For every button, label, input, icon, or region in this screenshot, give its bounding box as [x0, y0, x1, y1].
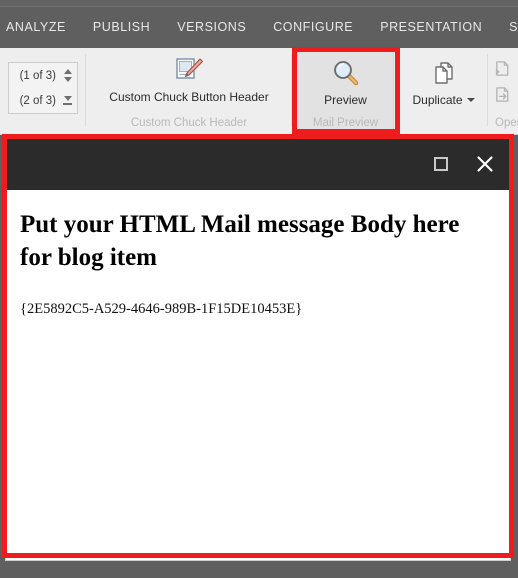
magnifier-icon: [297, 57, 394, 87]
tab-configure[interactable]: CONFIGURE: [273, 7, 353, 48]
ribbon-group-custom-chuck-header: Custom Chuck Button Header Custom Chuck …: [86, 48, 292, 134]
custom-chuck-header-group-label: Custom Chuck Header: [130, 117, 248, 129]
document-arrow-icon: [495, 61, 509, 76]
mail-preview-group-label: Mail Preview: [312, 117, 379, 129]
dialog-title-bar: [6, 138, 510, 190]
duplicate-button[interactable]: Duplicate: [399, 57, 488, 107]
copy-documents-icon: [399, 57, 488, 87]
stepper-arrows-up-down[interactable]: [62, 69, 73, 82]
duplicate-button-label-wrap: Duplicate: [399, 93, 488, 107]
stepper-value-1: (1 of 3): [19, 69, 56, 82]
ribbon-content: (1 of 3) (2 of 3) Custom Chuck Button He…: [0, 48, 518, 135]
chevron-up-icon[interactable]: [63, 69, 72, 74]
page-pencil-edit-icon: [94, 54, 284, 84]
custom-chuck-button-label: Custom Chuck Button Header: [109, 90, 269, 104]
chevron-down-icon[interactable]: [63, 77, 72, 82]
ribbon-group-duplicate: Duplicate: [399, 48, 488, 134]
stepper-row-2[interactable]: (2 of 3): [9, 88, 77, 113]
ribbon-group-mail-preview: Preview Mail Preview: [292, 48, 399, 134]
stepper-row-1[interactable]: (1 of 3): [9, 63, 77, 88]
open-item-1[interactable]: [494, 60, 516, 77]
document-import-icon: [496, 87, 509, 102]
tab-versions[interactable]: VERSIONS: [177, 7, 246, 48]
custom-chuck-button-header-button[interactable]: Custom Chuck Button Header: [94, 54, 284, 104]
stepper-value-2: (2 of 3): [19, 94, 56, 107]
preview-button[interactable]: Preview: [297, 57, 394, 107]
application-window: ANALYZE PUBLISH VERSIONS CONFIGURE PRESE…: [0, 0, 518, 578]
ribbon-group-pager: (1 of 3) (2 of 3): [0, 48, 86, 134]
mail-body-guid: {2E5892C5-A529-4646-989B-1F15DE10453E}: [20, 300, 303, 317]
preview-button-label: Preview: [324, 93, 367, 107]
ribbon-group-open: Open: [488, 48, 518, 134]
open-item-2[interactable]: [494, 86, 516, 103]
duplicate-button-label: Duplicate: [412, 93, 463, 107]
stepper-arrows-last[interactable]: [62, 96, 73, 105]
ribbon-tab-bar: ANALYZE PUBLISH VERSIONS CONFIGURE PRESE…: [0, 7, 518, 48]
mail-body-heading: Put your HTML Mail message Body here for…: [20, 211, 460, 272]
maximize-icon: [434, 157, 448, 171]
tab-presentation[interactable]: PRESENTATION: [380, 7, 482, 48]
tab-analyze[interactable]: ANALYZE: [6, 7, 66, 48]
end-bar-icon: [63, 103, 72, 105]
close-button[interactable]: [474, 153, 496, 175]
page-stepper[interactable]: (1 of 3) (2 of 3): [8, 62, 78, 114]
mail-preview-dialog: Put your HTML Mail message Body here for…: [5, 137, 511, 561]
tab-security[interactable]: SECURITY: [509, 7, 518, 48]
chevron-down-icon[interactable]: [466, 98, 475, 103]
chevron-down-last-icon[interactable]: [63, 96, 72, 101]
maximize-button[interactable]: [430, 153, 452, 175]
window-top-strip: [0, 0, 518, 7]
open-group-label: Open: [495, 117, 518, 129]
dialog-body: Put your HTML Mail message Body here for…: [6, 190, 510, 560]
tab-publish[interactable]: PUBLISH: [93, 7, 150, 48]
close-icon: [477, 156, 493, 172]
